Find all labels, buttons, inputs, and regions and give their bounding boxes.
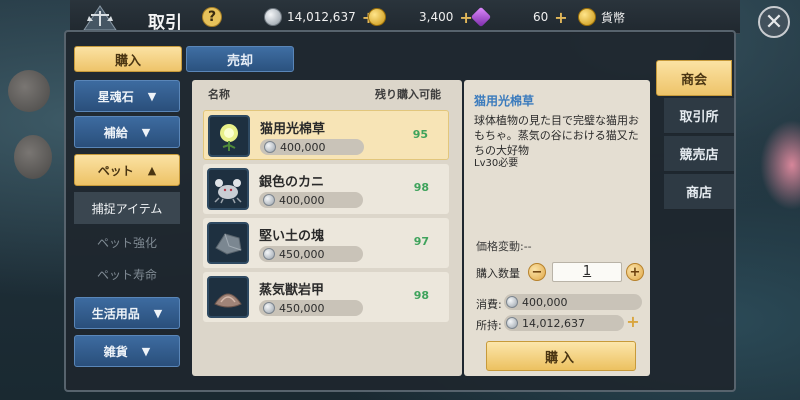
item-price-value: 450,000 <box>279 301 325 315</box>
item-name: 銀色のカニ <box>259 175 325 190</box>
item-remaining: 98 <box>413 181 429 194</box>
tab-auction[interactable]: 競売店 <box>664 136 734 172</box>
chevron-down-icon: ▼ <box>153 306 163 320</box>
item-price-value: 400,000 <box>279 193 325 207</box>
sell-tab[interactable]: 売却 <box>186 46 294 72</box>
currency-tab-label: 貨幣 <box>601 10 626 25</box>
quantity-input[interactable]: 1 <box>552 262 622 282</box>
buy-tab[interactable]: 購入 <box>74 46 182 72</box>
earth-clod-icon <box>207 222 249 264</box>
increase-quantity-button[interactable]: + <box>626 263 644 281</box>
price-change: 価格変動:-- <box>476 240 532 253</box>
glowing-flower-icon <box>208 115 250 157</box>
item-row[interactable]: 銀色のカニ 400,000 98 <box>203 164 449 214</box>
subcategory-pet-enhance[interactable]: ペット強化 <box>74 226 180 258</box>
silver-crab-icon <box>207 168 249 210</box>
currency-tab[interactable]: 貨幣 <box>578 6 625 28</box>
silver-coin-icon <box>506 296 518 308</box>
item-row[interactable]: 蒸気獣岩甲 450,000 98 <box>203 272 449 322</box>
silver-coin-icon <box>264 8 282 26</box>
item-name: 猫用光棉草 <box>260 122 326 137</box>
category-label: 星魂石 <box>97 89 134 104</box>
gem-amount: 60 <box>533 10 549 24</box>
cost-value-bar: 400,000 <box>504 294 642 310</box>
item-remaining: 98 <box>413 289 429 302</box>
item-price-value: 450,000 <box>279 247 325 261</box>
item-price: 450,000 <box>259 246 363 262</box>
column-header-name: 名称 <box>208 88 230 101</box>
silver-coin-icon <box>506 317 518 329</box>
chevron-up-icon: ▲ <box>147 163 157 177</box>
column-header-remaining: 残り購入可能 <box>375 88 441 101</box>
add-gem-button[interactable]: + <box>554 8 567 27</box>
item-name: 蒸気獣岩甲 <box>259 283 325 298</box>
gem-currency: 60 + <box>470 6 568 28</box>
close-button[interactable]: ✕ <box>758 6 790 38</box>
category-misc[interactable]: 雑貨 ▼ <box>74 335 180 367</box>
detail-requirement: Lv30必要 <box>474 158 519 169</box>
item-row[interactable]: 猫用光棉草 400,000 95 <box>203 110 449 160</box>
category-label: ペット <box>97 163 134 178</box>
silver-amount: 14,012,637 <box>287 10 356 24</box>
help-button[interactable]: ? <box>202 7 222 27</box>
quantity-label: 購入数量 <box>476 267 520 280</box>
category-life[interactable]: 生活用品 ▼ <box>74 297 180 329</box>
chevron-down-icon: ▼ <box>141 344 151 358</box>
subcategory-pet-lifespan[interactable]: ペット寿命 <box>74 258 180 290</box>
background-creature <box>14 135 52 179</box>
silver-coin-icon <box>263 248 275 260</box>
background-creature <box>8 70 50 112</box>
add-owned-button[interactable]: + <box>626 314 640 330</box>
category-label: 補給 <box>103 125 128 140</box>
owned-value: 14,012,637 <box>522 316 585 330</box>
purple-gem-icon <box>470 6 492 28</box>
decrease-quantity-button[interactable]: − <box>528 263 546 281</box>
category-star-soul[interactable]: 星魂石 ▼ <box>74 80 180 112</box>
scales-icon <box>80 4 120 32</box>
owned-label: 所持: <box>476 319 502 332</box>
chevron-down-icon: ▼ <box>141 125 151 139</box>
item-price: 450,000 <box>259 300 363 316</box>
item-price: 400,000 <box>260 139 364 155</box>
buy-button[interactable]: 購入 <box>486 341 636 371</box>
tab-guild-shop[interactable]: 商会 <box>656 60 732 96</box>
detail-title: 猫用光棉草 <box>474 94 535 108</box>
silver-coin-icon <box>264 141 276 153</box>
owned-value-bar: 14,012,637 <box>504 315 624 331</box>
item-price: 400,000 <box>259 192 363 208</box>
gold-currency: 3,400 + <box>368 6 473 28</box>
category-label: 雑貨 <box>103 344 128 359</box>
silver-coin-icon <box>263 302 275 314</box>
detail-description: 球体植物の見た目で完璧な猫用おもちゃ。蒸気の谷における猫又たちの大好物 <box>474 114 639 157</box>
item-remaining: 97 <box>413 235 429 248</box>
item-name: 堅い土の塊 <box>259 229 325 244</box>
subcategory-capture-items[interactable]: 捕捉アイテム <box>74 192 180 224</box>
cost-value: 400,000 <box>522 295 568 309</box>
tab-exchange[interactable]: 取引所 <box>664 98 734 134</box>
gold-amount: 3,400 <box>419 10 454 24</box>
cost-label: 消費: <box>476 298 502 311</box>
steam-beast-shell-icon <box>207 276 249 318</box>
silver-currency: 14,012,637 + <box>264 6 375 28</box>
item-remaining: 95 <box>412 128 428 141</box>
chevron-down-icon: ▼ <box>147 89 157 103</box>
category-supply[interactable]: 補給 ▼ <box>74 116 180 148</box>
currency-icon <box>578 8 596 26</box>
gold-coin-icon <box>368 8 386 26</box>
item-row[interactable]: 堅い土の塊 450,000 97 <box>203 218 449 268</box>
tab-shop[interactable]: 商店 <box>664 174 734 210</box>
category-label: 生活用品 <box>91 306 140 321</box>
silver-coin-icon <box>263 194 275 206</box>
background-glow <box>760 120 800 210</box>
item-price-value: 400,000 <box>280 140 326 154</box>
category-pet[interactable]: ペット ▲ <box>74 154 180 186</box>
